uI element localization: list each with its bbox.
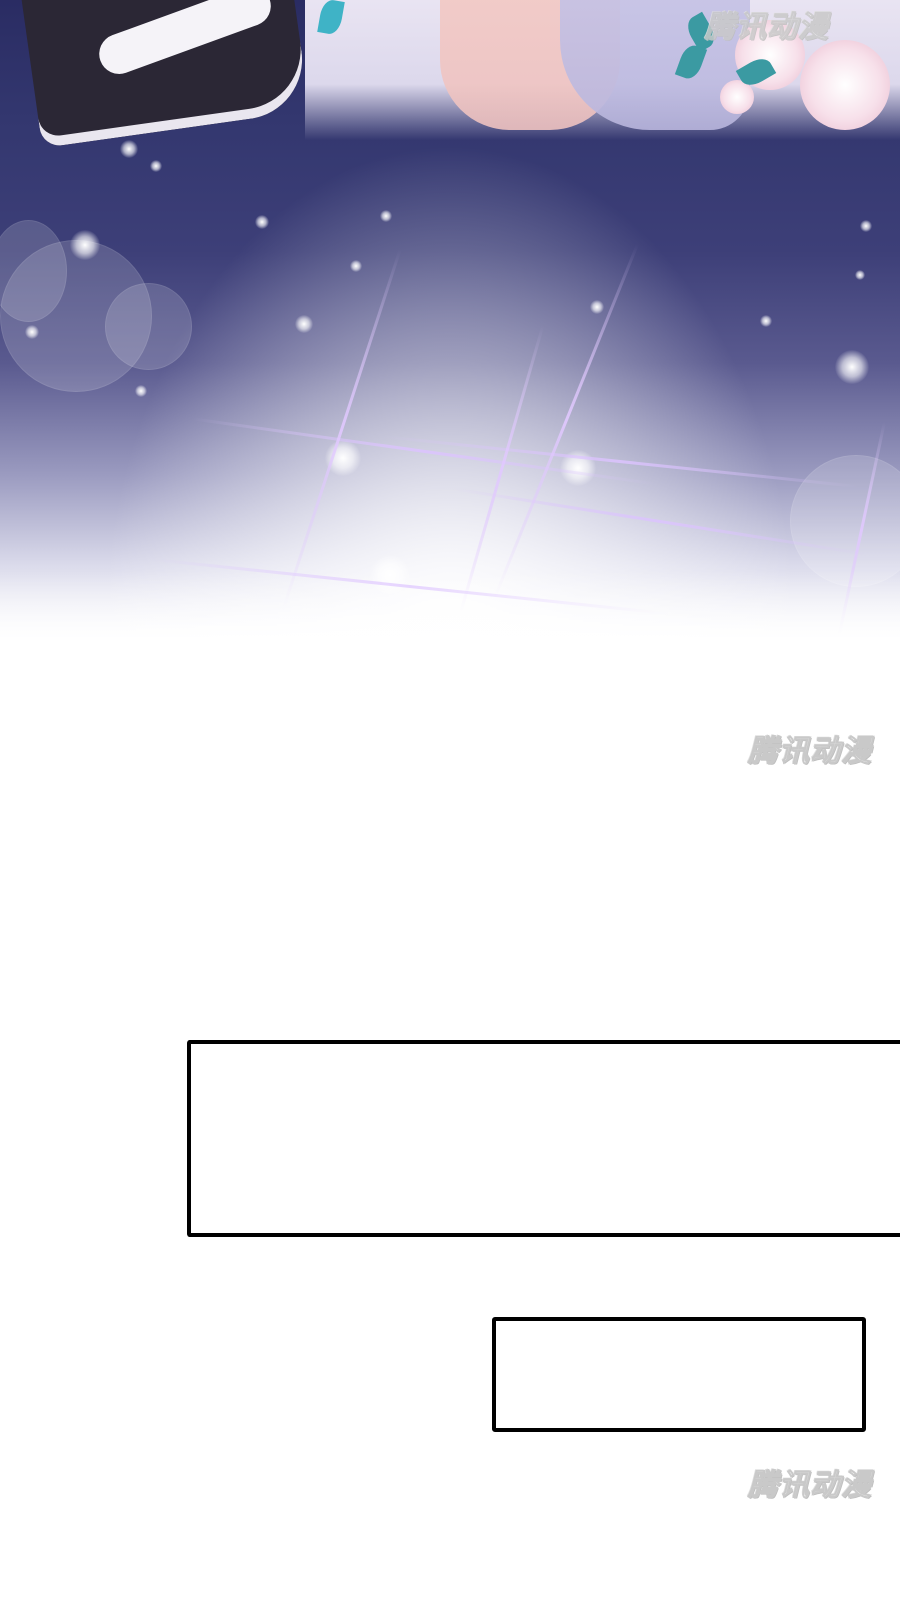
sparkle-star — [135, 385, 147, 397]
sparkle-star — [380, 210, 392, 222]
sparkle-star — [120, 140, 138, 158]
starry-sky-illustration: 腾讯动漫 — [0, 0, 900, 660]
comic-page: 腾讯动漫 腾讯动漫 腾讯动漫 — [0, 0, 900, 1609]
caption-box — [492, 1317, 866, 1432]
caption-box — [187, 1040, 900, 1237]
sparkle-star — [25, 325, 39, 339]
sparkle-star — [255, 215, 269, 229]
sparkle-star — [855, 270, 865, 280]
sparkle-star — [295, 315, 313, 333]
sparkle-star — [860, 220, 872, 232]
watermark-logo: 腾讯动漫 — [748, 734, 872, 770]
watermark-logo: 腾讯动漫 — [748, 1468, 872, 1504]
sparkle-star — [350, 260, 362, 272]
panel-fade — [0, 570, 900, 660]
bokeh-circle — [105, 283, 192, 370]
sparkle-star — [150, 160, 162, 172]
flower-decoration — [800, 40, 890, 130]
sparkle-star — [760, 315, 772, 327]
sparkle-star — [590, 300, 604, 314]
sparkle-star — [70, 230, 100, 260]
sparkle-star — [835, 350, 869, 384]
watermark-logo: 腾讯动漫 — [705, 10, 829, 46]
